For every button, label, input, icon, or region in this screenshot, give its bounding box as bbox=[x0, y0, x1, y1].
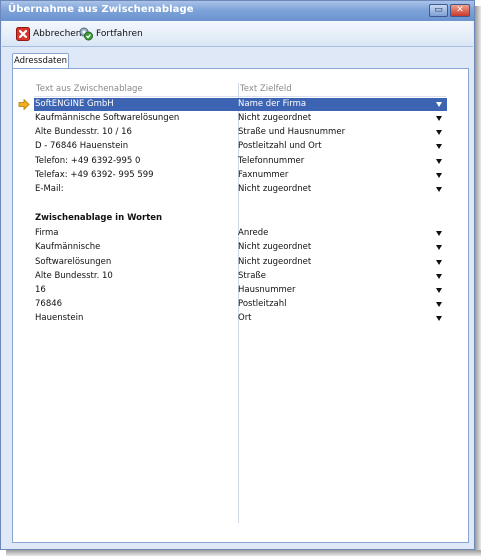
table-row[interactable]: SoftENGINE GmbH Name der Firma bbox=[18, 98, 447, 111]
proceed-button[interactable]: Fortfahren bbox=[79, 25, 143, 42]
target-field[interactable]: Nicht zugeordnet bbox=[238, 113, 311, 123]
chevron-down-icon[interactable] bbox=[436, 231, 442, 236]
chevron-down-icon[interactable] bbox=[436, 316, 442, 321]
source-text: Telefax: +49 6392- 995 599 bbox=[35, 170, 154, 180]
source-text: Hauenstein bbox=[35, 313, 84, 323]
dialog-window: Übernahme aus Zwischenablage ▭ ✕ Abbrech… bbox=[0, 0, 475, 550]
source-text: 76846 bbox=[35, 299, 63, 309]
target-field[interactable]: Faxnummer bbox=[238, 170, 288, 180]
chevron-down-icon[interactable] bbox=[436, 288, 442, 293]
source-text: Firma bbox=[35, 228, 59, 238]
chevron-down-icon[interactable] bbox=[436, 187, 442, 192]
table-row[interactable]: Alte Bundesstr. 10 / 16 Straße und Hausn… bbox=[34, 126, 447, 139]
source-text: 16 bbox=[35, 285, 46, 295]
column-header-source: Text aus Zwischenablage bbox=[36, 84, 143, 94]
section-title: Zwischenablage in Worten bbox=[35, 213, 163, 223]
proceed-icon bbox=[79, 27, 93, 41]
cancel-button[interactable]: Abbrechen bbox=[16, 25, 82, 42]
tab-adressdaten[interactable]: Adressdaten bbox=[12, 53, 69, 69]
target-field[interactable]: Telefonnummer bbox=[238, 156, 304, 166]
source-text: D - 76846 Hauenstein bbox=[35, 141, 129, 151]
cancel-label: Abbrechen bbox=[33, 28, 82, 39]
table-row[interactable]: 16 Hausnummer bbox=[34, 284, 447, 297]
close-button[interactable]: ✕ bbox=[450, 4, 470, 17]
chevron-down-icon[interactable] bbox=[436, 173, 442, 178]
table-row[interactable]: Alte Bundesstr. 10 Straße bbox=[34, 270, 447, 283]
target-field[interactable]: Postleitzahl und Ort bbox=[238, 141, 322, 151]
chevron-down-icon[interactable] bbox=[436, 260, 442, 265]
target-field[interactable]: Anrede bbox=[238, 228, 268, 238]
table-row[interactable]: Softwarelösungen Nicht zugeordnet bbox=[34, 256, 447, 269]
target-field[interactable]: Ort bbox=[238, 313, 252, 323]
source-text: Telefon: +49 6392-995 0 bbox=[35, 156, 141, 166]
chevron-down-icon[interactable] bbox=[436, 116, 442, 121]
column-header-target: Text Zielfeld bbox=[240, 84, 292, 94]
target-field[interactable]: Straße bbox=[238, 271, 266, 281]
chevron-down-icon[interactable] bbox=[436, 245, 442, 250]
target-field[interactable]: Straße und Hausnummer bbox=[238, 127, 345, 137]
restore-button[interactable]: ▭ bbox=[429, 4, 448, 17]
chevron-down-icon[interactable] bbox=[436, 130, 442, 135]
target-field[interactable]: Postleitzahl bbox=[238, 299, 287, 309]
chevron-down-icon[interactable] bbox=[436, 144, 442, 149]
table-row[interactable]: E-Mail: Nicht zugeordnet bbox=[34, 183, 447, 196]
chevron-down-icon[interactable] bbox=[436, 302, 442, 307]
target-field[interactable]: Hausnummer bbox=[238, 285, 295, 295]
table-row[interactable]: Kaufmännische Nicht zugeordnet bbox=[34, 241, 447, 254]
table-row[interactable]: Hauenstein Ort bbox=[34, 312, 447, 325]
toolbar: Abbrechen Fortfahren bbox=[2, 21, 473, 47]
table-row[interactable]: Kaufmännische Softwarelösungen Nicht zug… bbox=[34, 112, 447, 125]
source-text: SoftENGINE GmbH bbox=[35, 99, 114, 109]
source-text: Alte Bundesstr. 10 bbox=[35, 271, 113, 281]
source-text: E-Mail: bbox=[35, 184, 64, 194]
source-text: Kaufmännische Softwarelösungen bbox=[35, 113, 180, 123]
current-row-arrow-icon bbox=[18, 99, 30, 110]
chevron-down-icon[interactable] bbox=[436, 159, 442, 164]
proceed-label: Fortfahren bbox=[96, 28, 143, 39]
target-field[interactable]: Nicht zugeordnet bbox=[238, 242, 311, 252]
target-field[interactable]: Name der Firma bbox=[238, 99, 306, 109]
title-bar[interactable]: Übernahme aus Zwischenablage ▭ ✕ bbox=[1, 1, 474, 21]
table-row[interactable]: Firma Anrede bbox=[34, 227, 447, 240]
target-field[interactable]: Nicht zugeordnet bbox=[238, 257, 311, 267]
table-row[interactable]: 76846 Postleitzahl bbox=[34, 298, 447, 311]
chevron-down-icon[interactable] bbox=[436, 102, 442, 107]
source-text: Softwarelösungen bbox=[35, 257, 112, 267]
table-row[interactable]: D - 76846 Hauenstein Postleitzahl und Or… bbox=[34, 140, 447, 153]
header-divider bbox=[34, 96, 446, 97]
cancel-icon bbox=[16, 26, 30, 41]
address-panel: Text aus Zwischenablage Text Zielfeld So… bbox=[12, 68, 469, 543]
target-field[interactable]: Nicht zugeordnet bbox=[238, 184, 311, 194]
source-text: Kaufmännische bbox=[35, 242, 101, 252]
table-row[interactable]: Telefon: +49 6392-995 0 Telefonnummer bbox=[34, 155, 447, 168]
table-row[interactable]: Telefax: +49 6392- 995 599 Faxnummer bbox=[34, 169, 447, 182]
source-text: Alte Bundesstr. 10 / 16 bbox=[35, 127, 132, 137]
chevron-down-icon[interactable] bbox=[436, 274, 442, 279]
window-title: Übernahme aus Zwischenablage bbox=[8, 4, 194, 15]
